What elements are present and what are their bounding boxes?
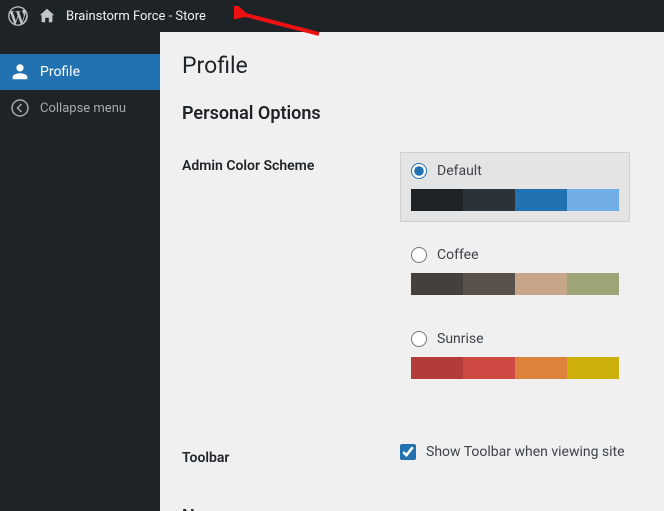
sidebar-item-profile[interactable]: Profile [0,54,160,90]
section-name: Name [182,506,644,511]
sidebar-item-label: Collapse menu [40,101,126,116]
toolbar-checkbox-label[interactable]: Show Toolbar when viewing site [400,444,644,460]
toolbar-checkbox-text: Show Toolbar when viewing site [426,444,625,460]
color-scheme-option[interactable]: Sunrise [400,320,630,390]
color-swatch [515,189,567,211]
row-color-scheme: Admin Color Scheme Default Coffee Sunrise [182,152,644,404]
color-swatch [411,357,463,379]
color-scheme-options: Default Coffee Sunrise [400,152,644,404]
color-swatch [567,273,619,295]
color-scheme-radio[interactable] [411,247,427,263]
page-content: Profile Personal Options Admin Color Sch… [160,32,664,511]
color-scheme-radio-label[interactable]: Sunrise [411,331,619,347]
color-swatch [515,357,567,379]
wordpress-logo-icon[interactable] [8,6,28,26]
sidebar-item-label: Profile [40,64,80,80]
row-toolbar: Toolbar Show Toolbar when viewing site [182,444,644,466]
admin-sidebar: Profile Collapse menu [0,32,160,511]
color-swatch [567,357,619,379]
toolbar-checkbox[interactable] [400,444,416,460]
color-scheme-swatches [411,357,619,379]
color-scheme-name: Sunrise [437,331,484,347]
home-icon[interactable] [38,7,56,25]
color-swatch [411,273,463,295]
color-swatch [515,273,567,295]
color-scheme-option[interactable]: Default [400,152,630,222]
color-scheme-option[interactable]: Coffee [400,236,630,306]
color-swatch [567,189,619,211]
label-color-scheme: Admin Color Scheme [182,152,400,174]
admin-bar: Brainstorm Force - Store [0,0,664,32]
color-scheme-radio[interactable] [411,331,427,347]
color-scheme-radio-label[interactable]: Default [411,163,619,179]
color-swatch [463,357,515,379]
color-scheme-name: Default [437,163,482,179]
label-toolbar: Toolbar [182,444,400,466]
user-icon [10,62,30,82]
color-scheme-radio[interactable] [411,163,427,179]
color-swatch [463,189,515,211]
sidebar-item-collapse[interactable]: Collapse menu [0,90,160,126]
color-scheme-swatches [411,189,619,211]
page-title: Profile [182,52,644,79]
site-title[interactable]: Brainstorm Force - Store [66,9,206,24]
color-scheme-swatches [411,273,619,295]
collapse-icon [10,98,30,118]
color-swatch [463,273,515,295]
section-personal-options: Personal Options [182,103,644,124]
color-scheme-radio-label[interactable]: Coffee [411,247,619,263]
color-swatch [411,189,463,211]
color-scheme-name: Coffee [437,247,479,263]
